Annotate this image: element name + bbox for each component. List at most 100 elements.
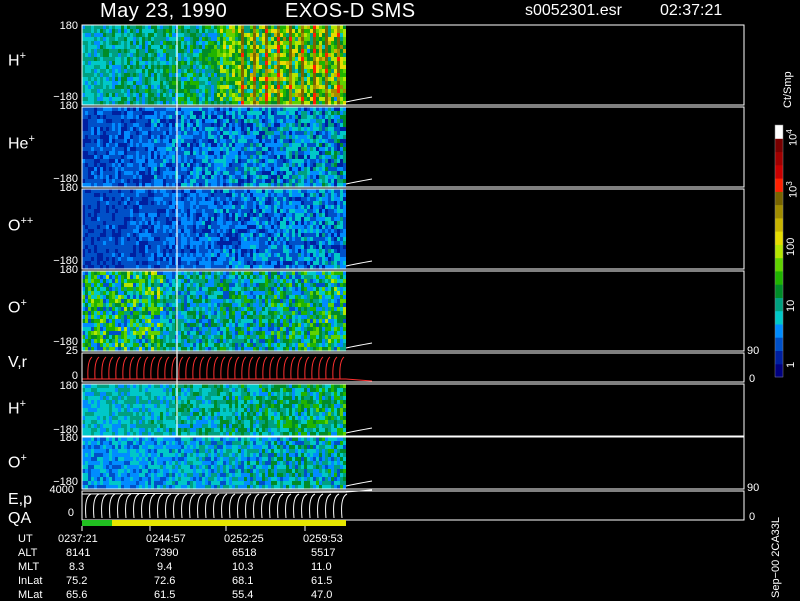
spectrogram-cell: [130, 241, 133, 246]
spectrogram-cell: [235, 229, 238, 234]
spectrogram-cell: [139, 201, 142, 206]
spectrogram-cell: [187, 77, 190, 82]
spectrogram-cell: [202, 257, 205, 262]
spectrogram-cell: [97, 261, 100, 266]
spectrogram-cell: [178, 81, 181, 86]
spectrogram-cell: [124, 135, 127, 140]
spectrogram-cell: [328, 53, 331, 58]
spectrogram-cell: [127, 69, 130, 74]
spectrogram-cell: [295, 53, 298, 58]
spectrogram-cell: [181, 175, 184, 180]
spectrogram-cell: [97, 257, 100, 262]
spectrogram-cell: [334, 61, 337, 66]
spectrogram-cell: [292, 65, 295, 70]
spectrogram-cell: [88, 107, 91, 112]
spectrogram-cell: [256, 123, 259, 128]
spectrogram-cell: [100, 61, 103, 66]
spectrogram-cell: [142, 213, 145, 218]
spectrogram-cell: [289, 197, 292, 202]
spectrogram-cell: [163, 225, 166, 230]
spectrogram-cell: [154, 73, 157, 78]
spectrogram-cell: [130, 119, 133, 124]
spectrogram-cell: [343, 107, 346, 112]
spectrogram-cell: [160, 29, 163, 34]
spectrogram-cell: [130, 93, 133, 98]
spectrogram-cell: [184, 205, 187, 210]
spectrogram-cell: [163, 159, 166, 164]
spectrogram-cell: [310, 81, 313, 86]
spectrogram-cell: [274, 81, 277, 86]
spectrogram-cell: [340, 97, 343, 102]
spectrogram-cell: [202, 249, 205, 254]
spectrogram-cell: [154, 49, 157, 54]
spectrogram-cell: [85, 85, 88, 90]
spectrogram-cell: [136, 135, 139, 140]
spectrogram-cell: [118, 25, 121, 30]
spectrogram-cell: [283, 193, 286, 198]
spectrogram-cell: [313, 89, 316, 94]
spectrogram-cell: [283, 41, 286, 46]
spectrogram-cell: [274, 29, 277, 34]
spectrogram-cell: [328, 81, 331, 86]
spectrogram-cell: [190, 143, 193, 148]
spectrogram-cell: [235, 77, 238, 82]
spectrogram-cell: [268, 49, 271, 54]
spectrogram-cell: [232, 257, 235, 262]
spectrogram-cell: [253, 159, 256, 164]
spectrogram-cell: [130, 57, 133, 62]
spectrogram-cell: [253, 213, 256, 218]
spectrogram-cell: [205, 209, 208, 214]
spectrogram-cell: [166, 97, 169, 102]
spectrogram-cell: [151, 85, 154, 90]
spectrogram-cell: [130, 229, 133, 234]
spectrogram-cell: [130, 97, 133, 102]
spectrogram-cell: [160, 221, 163, 226]
spectrogram-cell: [187, 93, 190, 98]
spectrogram-cell: [133, 159, 136, 164]
spectrogram-cell: [163, 245, 166, 250]
spectrogram-cell: [241, 131, 244, 136]
spectrogram-cell: [151, 249, 154, 254]
spectrogram-cell: [274, 233, 277, 238]
spectrogram-cell: [196, 89, 199, 94]
spectrogram-cell: [283, 241, 286, 246]
spectrogram-cell: [154, 29, 157, 34]
spectrogram-cell: [121, 189, 124, 194]
spectrogram-cell: [133, 147, 136, 152]
spectrogram-cell: [151, 147, 154, 152]
spectrogram-cell: [139, 41, 142, 46]
spectrogram-cell: [286, 127, 289, 132]
spectrogram-cell: [262, 253, 265, 258]
spectrogram-cell: [199, 81, 202, 86]
spectrogram-cell: [85, 33, 88, 38]
spectrogram-cell: [340, 45, 343, 50]
spectrogram-cell: [190, 45, 193, 50]
spectrogram-cell: [283, 93, 286, 98]
spectrogram-cell: [310, 37, 313, 42]
spectrogram-cell: [121, 225, 124, 230]
spectrogram-cell: [343, 41, 346, 46]
spectrogram-cell: [277, 143, 280, 148]
spectrogram-cell: [271, 225, 274, 230]
spectrogram-cell: [217, 33, 220, 38]
spectrogram-cell: [253, 237, 256, 242]
spectrogram-cell: [184, 49, 187, 54]
spectrogram-cell: [130, 85, 133, 90]
spectrogram-cell: [298, 85, 301, 90]
spectrogram-cell: [187, 45, 190, 50]
spectrogram-cell: [127, 61, 130, 66]
spectrogram-cell: [334, 139, 337, 144]
spectrogram-cell: [286, 237, 289, 242]
spectrogram-cell: [322, 53, 325, 58]
spectrogram-cell: [328, 65, 331, 70]
spectrogram-cell: [340, 25, 343, 30]
spectrogram-cell: [238, 131, 241, 136]
spectrogram-cell: [253, 225, 256, 230]
spectrogram-cell: [274, 229, 277, 234]
spectrogram-cell: [115, 249, 118, 254]
spectrogram-cell: [178, 147, 181, 152]
spectrogram-cell: [112, 261, 115, 266]
spectrogram-cell: [181, 179, 184, 184]
spectrogram-cell: [328, 45, 331, 50]
spectrogram-cell: [133, 245, 136, 250]
